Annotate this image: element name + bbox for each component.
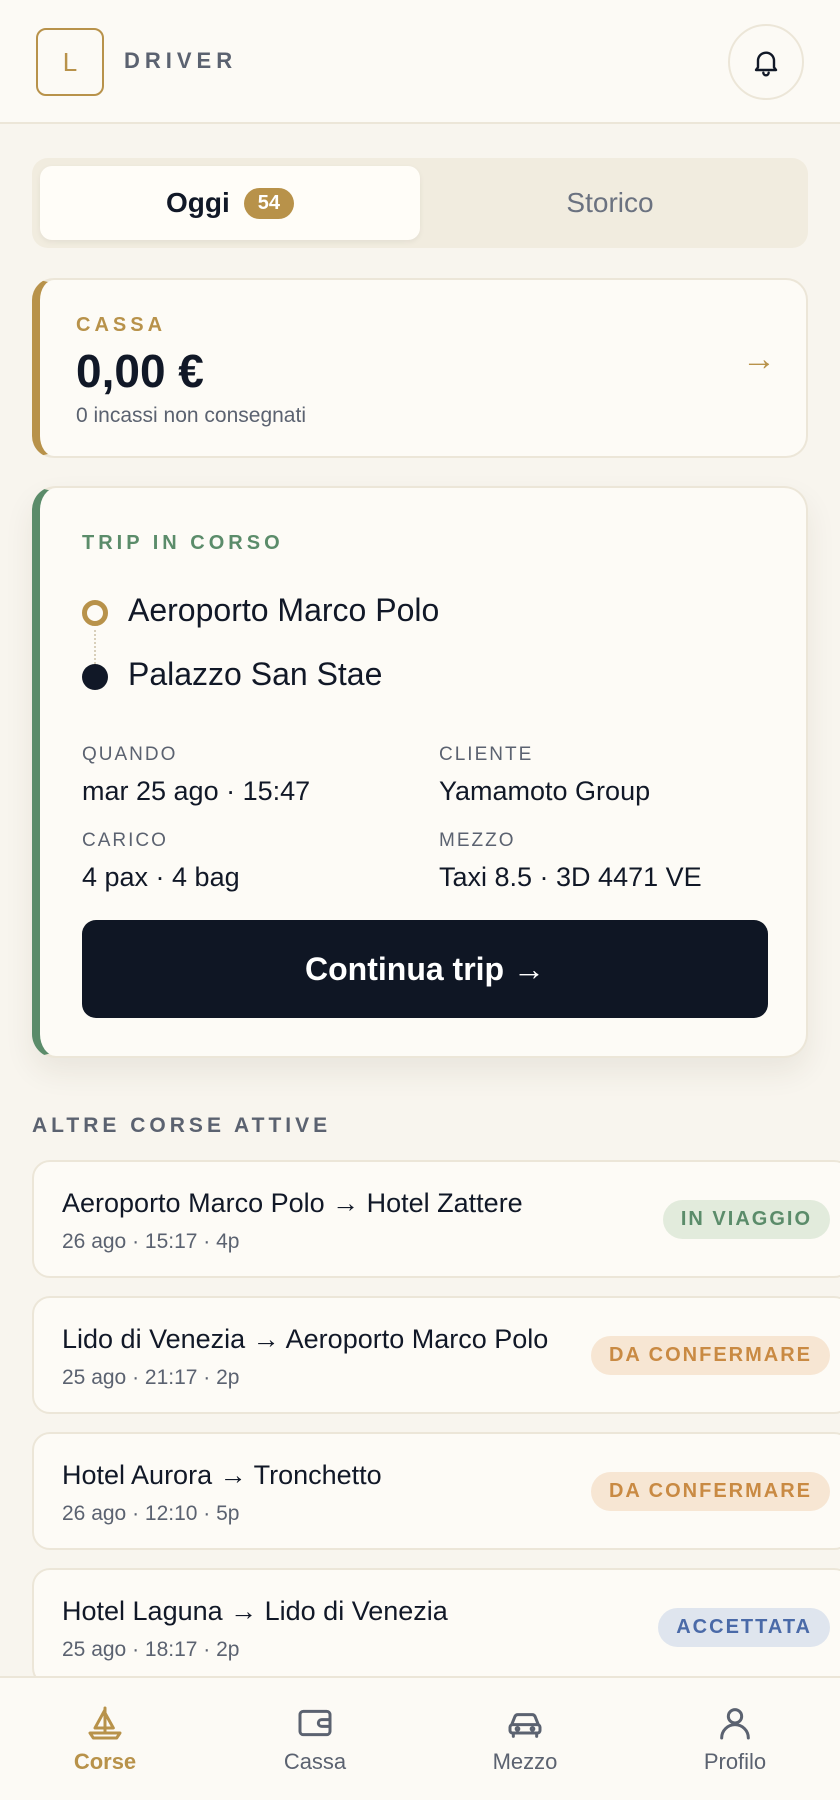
ride-route: Aeroporto Marco Polo → Hotel Zattere — [62, 1188, 523, 1218]
ride-meta: 25 ago · 18:17 · 2p — [62, 1638, 240, 1661]
origin-dot-icon — [82, 600, 108, 626]
bottom-navigation: Corse Cassa Mezzo Profilo — [0, 1676, 840, 1800]
cliente-value: Yamamoto Group — [439, 776, 651, 806]
app-name: DRIVER — [124, 48, 238, 73]
nav-corse[interactable]: Corse — [0, 1678, 210, 1800]
section-title-altre-corse: ALTRE CORSE ATTIVE — [32, 1114, 332, 1137]
quando-value: mar 25 ago · 15:47 — [82, 776, 311, 806]
mezzo-label: MEZZO — [439, 830, 516, 851]
active-rides-list: Aeroporto Marco Polo → Hotel Zattere 26 … — [32, 1160, 840, 1704]
tab-oggi[interactable]: Oggi 54 — [40, 166, 420, 240]
status-badge: DA CONFERMARE — [590, 1336, 830, 1375]
list-item[interactable]: Hotel Laguna → Lido di Venezia 25 ago · … — [32, 1568, 840, 1686]
nav-cassa-label: Cassa — [283, 1749, 347, 1774]
bell-icon — [754, 51, 778, 77]
ride-route: Hotel Laguna → Lido di Venezia — [62, 1596, 448, 1626]
logo: L — [36, 28, 104, 96]
tab-storico-label: Storico — [566, 187, 654, 218]
user-icon — [720, 1708, 750, 1740]
status-badge: IN VIAGGIO — [662, 1200, 830, 1239]
ride-route: Lido di Venezia → Aeroporto Marco Polo — [62, 1324, 549, 1354]
carico-value: 4 pax · 4 bag — [82, 862, 240, 892]
destination-dot-icon — [82, 664, 108, 690]
ride-meta: 26 ago · 15:17 · 4p — [62, 1230, 240, 1253]
app-header: L DRIVER — [0, 0, 840, 124]
tab-oggi-label: Oggi — [165, 187, 230, 218]
notifications-button[interactable] — [728, 24, 804, 100]
continue-trip-button[interactable]: Continua trip → — [82, 920, 768, 1018]
ride-route: Hotel Aurora → Tronchetto — [62, 1460, 382, 1490]
boat-icon — [88, 1706, 122, 1740]
cassa-card[interactable]: CASSA 0,00 € 0 incassi non consegnati → — [32, 278, 808, 458]
mezzo-value: Taxi 8.5 · 3D 4471 VE — [439, 862, 702, 892]
cassa-amount: 0,00 € — [76, 345, 204, 397]
list-item[interactable]: Lido di Venezia → Aeroporto Marco Polo 2… — [32, 1296, 840, 1414]
cassa-subtitle: 0 incassi non consegnati — [76, 404, 306, 427]
nav-cassa[interactable]: Cassa — [210, 1678, 420, 1800]
carico-label: CARICO — [82, 830, 168, 851]
tab-storico[interactable]: Storico — [420, 166, 800, 240]
trip-destination: Palazzo San Stae — [128, 656, 383, 692]
nav-mezzo[interactable]: Mezzo — [420, 1678, 630, 1800]
arrow-right-icon: → — [742, 340, 776, 378]
car-icon — [508, 1713, 542, 1738]
trip-status-label: TRIP IN CORSO — [82, 532, 284, 554]
tab-oggi-count-badge: 54 — [243, 187, 294, 219]
quando-label: QUANDO — [82, 744, 178, 765]
tab-bar: Oggi 54 Storico — [32, 158, 808, 248]
list-item[interactable]: Aeroporto Marco Polo → Hotel Zattere 26 … — [32, 1160, 840, 1278]
cliente-label: CLIENTE — [439, 744, 534, 765]
nav-profilo-label: Profilo — [703, 1749, 767, 1774]
logo-letter: L — [62, 46, 78, 77]
current-trip-card: TRIP IN CORSO Aeroporto Marco Polo Palaz… — [32, 486, 808, 1058]
status-badge: ACCETTATA — [658, 1608, 830, 1647]
nav-mezzo-label: Mezzo — [492, 1749, 558, 1774]
ride-meta: 26 ago · 12:10 · 5p — [62, 1502, 240, 1525]
list-item[interactable]: Hotel Aurora → Tronchetto 26 ago · 12:10… — [32, 1432, 840, 1550]
cassa-label: CASSA — [76, 314, 167, 336]
nav-corse-label: Corse — [73, 1749, 137, 1774]
wallet-icon — [298, 1709, 332, 1737]
trip-origin: Aeroporto Marco Polo — [128, 592, 440, 628]
route-connector — [94, 630, 96, 668]
status-badge: DA CONFERMARE — [590, 1472, 830, 1511]
ride-meta: 25 ago · 21:17 · 2p — [62, 1366, 240, 1389]
nav-profilo[interactable]: Profilo — [630, 1678, 840, 1800]
